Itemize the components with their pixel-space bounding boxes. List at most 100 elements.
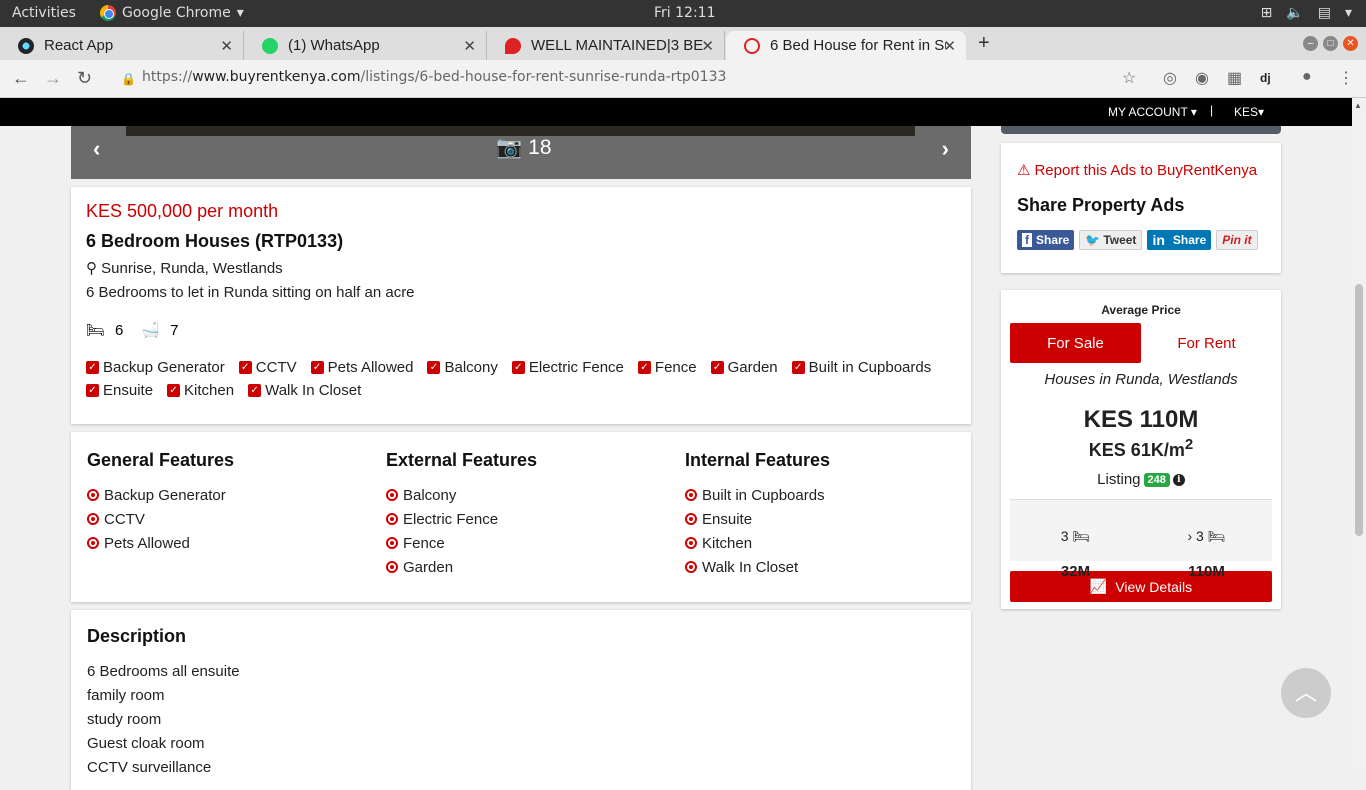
- chevron-left-icon[interactable]: ‹: [93, 136, 100, 162]
- extension-icon[interactable]: ◉: [1195, 68, 1209, 88]
- description-line: family room: [87, 687, 165, 704]
- minimize-button[interactable]: –: [1303, 36, 1318, 51]
- average-price-heading: Average Price: [1101, 303, 1181, 317]
- menu-icon[interactable]: ⋮: [1338, 68, 1354, 88]
- currency-menu[interactable]: KES▾: [1234, 105, 1264, 119]
- feature-label: Balcony: [403, 486, 457, 504]
- amenity-label: Walk In Closet: [265, 382, 362, 399]
- listing-photo[interactable]: [126, 126, 915, 136]
- close-icon[interactable]: ✕: [463, 37, 476, 55]
- feature-label: Kitchen: [702, 534, 753, 552]
- forward-arrow-icon[interactable]: →: [44, 68, 62, 89]
- tab-well-maintained[interactable]: WELL MAINTAINED|3 BED ✕: [487, 31, 725, 60]
- location-text: Sunrise, Runda, Westlands: [101, 260, 283, 277]
- listing-summary-card: KES 500,000 per month 6 Bedroom Houses (…: [71, 187, 971, 424]
- scroll-to-top-button[interactable]: ︿: [1281, 668, 1331, 718]
- warning-icon: ⚠: [1017, 162, 1031, 179]
- maximize-button[interactable]: □: [1323, 36, 1338, 51]
- twitter-share-button[interactable]: 🐦 Tweet: [1079, 230, 1143, 250]
- amenity-label: Pets Allowed: [327, 359, 414, 376]
- new-tab-button[interactable]: +: [978, 32, 990, 55]
- general-features: General Features Backup Generator CCTV P…: [87, 450, 367, 555]
- my-account-menu[interactable]: MY ACCOUNT ▾: [1108, 105, 1197, 119]
- comparison-left: 3 🛏 32M: [1010, 500, 1141, 580]
- profile-avatar[interactable]: ●: [1302, 68, 1312, 86]
- app-name: Google Chrome: [122, 5, 231, 21]
- twitter-icon: 🐦: [1085, 233, 1101, 247]
- feature-item: Built in Cupboards: [685, 483, 965, 507]
- checkbox-icon: ✓: [427, 361, 441, 374]
- amenity-label: Ensuite: [103, 382, 154, 399]
- checkbox-icon: ✓: [791, 361, 805, 374]
- checkbox-icon: ✓: [86, 361, 99, 374]
- tab-6-bed-house[interactable]: 6 Bed House for Rent in Su ✕: [726, 31, 966, 60]
- checkbox-icon: ✓: [511, 361, 525, 374]
- lock-icon[interactable]: 🔒: [121, 72, 136, 86]
- activities-button[interactable]: Activities: [12, 5, 76, 21]
- close-icon[interactable]: ✕: [701, 37, 714, 55]
- amenity-item: ✓ CCTV: [238, 359, 297, 376]
- info-icon[interactable]: i: [1172, 473, 1185, 486]
- feature-item: Garden: [386, 555, 666, 579]
- area-label: Houses in Runda, Westlands: [1044, 371, 1238, 388]
- pinterest-button[interactable]: Pin it: [1216, 230, 1258, 250]
- site-header: MY ACCOUNT ▾ | KES▾: [0, 98, 1352, 126]
- page-scrollbar[interactable]: ▲: [1352, 98, 1366, 768]
- tab-label: React App: [44, 37, 114, 54]
- bullet-icon: [386, 489, 398, 501]
- bookmark-star-icon[interactable]: ☆: [1122, 68, 1136, 88]
- window-close-button[interactable]: ✕: [1343, 36, 1358, 51]
- description-line: 6 Bedrooms all ensuite: [87, 663, 240, 680]
- description-line: CCTV surveillance: [87, 759, 212, 776]
- back-arrow-icon[interactable]: ←: [12, 68, 30, 89]
- bullet-icon: [87, 537, 99, 549]
- extension-icon[interactable]: ▦: [1227, 68, 1242, 88]
- report-ad-link[interactable]: ⚠ Report this Ads to BuyRentKenya: [1017, 161, 1265, 180]
- features-card: General Features Backup Generator CCTV P…: [71, 432, 971, 602]
- report-label: Report this Ads to BuyRentKenya: [1034, 161, 1258, 179]
- window-controls: – □ ✕: [1303, 36, 1358, 51]
- linkedin-share-button[interactable]: in Share: [1147, 230, 1212, 250]
- share-card: ⚠ Report this Ads to BuyRentKenya Share P…: [1001, 143, 1281, 273]
- amenity-item: ✓ Electric Fence: [511, 359, 624, 376]
- extension-dj[interactable]: dj: [1260, 71, 1271, 85]
- tab-react-app[interactable]: React App ✕: [0, 31, 244, 60]
- scrollbar-thumb[interactable]: [1355, 284, 1363, 536]
- close-icon[interactable]: ✕: [943, 37, 956, 55]
- chart-line-icon: 📈: [1089, 578, 1108, 594]
- listing-count-row: Listing 248 i: [1010, 471, 1272, 488]
- system-tray[interactable]: ⊞ 🔈 ▤ ▾: [1261, 5, 1352, 21]
- map-marker-icon: ⚲: [86, 260, 97, 277]
- bathroom-count: 7: [170, 321, 179, 339]
- scroll-up-icon[interactable]: ▲: [1354, 101, 1362, 110]
- amenity-item: ✓ Balcony: [427, 359, 498, 376]
- listing-price: KES 500,000 per month: [86, 201, 279, 221]
- amenity-item: ✓ Ensuite: [86, 382, 153, 399]
- clock[interactable]: Fri 12:11: [654, 5, 715, 21]
- amenity-item: ✓ Pets Allowed: [310, 359, 414, 376]
- close-icon[interactable]: ✕: [220, 37, 233, 55]
- for-sale-tab[interactable]: For Sale: [1010, 323, 1141, 363]
- reload-icon[interactable]: ↻: [77, 68, 92, 89]
- general-features-heading: General Features: [87, 450, 235, 470]
- bullet-icon: [685, 561, 697, 573]
- chevron-right-icon[interactable]: ›: [942, 136, 949, 162]
- photo-gallery: ‹ 📷 18 ›: [71, 126, 971, 179]
- for-rent-tab[interactable]: For Rent: [1141, 323, 1272, 363]
- average-price-value: KES 110M: [1083, 406, 1199, 433]
- amenity-label: Electric Fence: [528, 359, 624, 376]
- feature-item: CCTV: [87, 507, 367, 531]
- amenity-label: Garden: [727, 359, 778, 376]
- checkbox-icon: ✓: [310, 361, 324, 374]
- url-field[interactable]: https://www.buyrentkenya.com/listings/6-…: [142, 69, 726, 85]
- tab-whatsapp[interactable]: (1) WhatsApp ✕: [244, 31, 487, 60]
- bullet-icon: [685, 537, 697, 549]
- extension-icon[interactable]: ◎: [1163, 68, 1177, 88]
- photo-count[interactable]: 📷 18: [496, 136, 552, 160]
- bedroom-count: 6: [115, 321, 124, 339]
- bullet-icon: [685, 513, 697, 525]
- facebook-share-button[interactable]: f Share: [1017, 230, 1075, 250]
- chevron-right-icon: ›: [1187, 528, 1193, 544]
- amenity-item: ✓ Kitchen: [167, 382, 234, 399]
- app-menu[interactable]: Google Chrome ▾: [100, 5, 244, 21]
